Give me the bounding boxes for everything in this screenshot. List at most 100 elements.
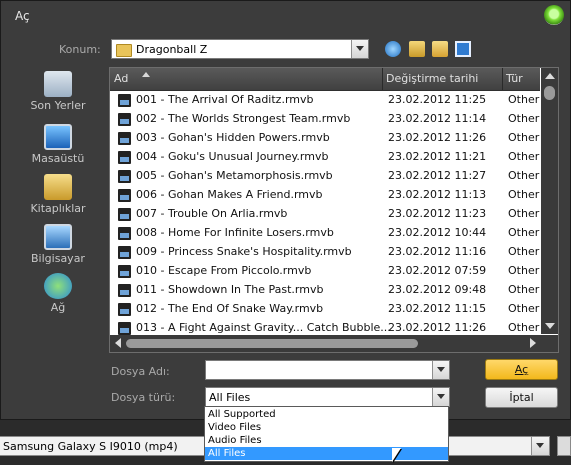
filename-input[interactable] <box>205 360 450 380</box>
filetype-label: Dosya türü: <box>111 391 176 404</box>
file-row[interactable]: 012 - The End Of Snake Way.rmvb 23.02.201… <box>110 300 540 319</box>
file-date: 23.02.2012 11:21 <box>388 150 487 163</box>
file-row[interactable]: 009 - Princess Snake's Hospitality.rmvb 2… <box>110 243 540 262</box>
file-name: 010 - Escape From Piccolo.rmvb <box>136 264 312 277</box>
filetype-dropdown: All Supported Video Files Audio Files Al… <box>204 406 449 462</box>
sort-ascending-icon <box>142 72 150 77</box>
sidebar-item-computer[interactable]: Bilgisayar <box>13 224 103 265</box>
scroll-up-icon[interactable] <box>545 73 555 79</box>
video-file-icon <box>118 208 131 221</box>
filetype-value: All Files <box>209 391 251 404</box>
column-date-header[interactable]: Değiştirme tarihi <box>386 72 478 85</box>
view-menu-icon[interactable] <box>455 41 471 57</box>
file-name: 007 - Trouble On Arlia.rmvb <box>136 207 288 220</box>
file-date: 23.02.2012 10:44 <box>388 226 487 239</box>
file-date: 23.02.2012 07:59 <box>388 264 487 277</box>
open-button-label: Aç <box>514 363 529 376</box>
filetype-option-selected[interactable]: All Files <box>205 447 448 460</box>
location-label: Konum: <box>59 43 101 56</box>
sidebar-item-label: Kitaplıklar <box>30 202 86 215</box>
column-divider[interactable] <box>502 68 503 90</box>
file-date: 23.02.2012 09:48 <box>388 283 487 296</box>
filetype-option[interactable]: Video Files <box>205 421 448 434</box>
chevron-down-icon[interactable] <box>531 437 549 455</box>
file-type: Other <box>508 283 540 296</box>
vertical-scrollbar[interactable] <box>541 68 558 334</box>
sidebar-item-network[interactable]: Ağ <box>13 273 103 314</box>
file-name: 011 - Showdown In The Past.rmvb <box>136 283 324 296</box>
scroll-down-icon[interactable] <box>545 323 555 329</box>
video-file-icon <box>118 303 131 316</box>
video-file-icon <box>118 246 131 259</box>
scroll-thumb[interactable] <box>544 86 555 100</box>
file-row[interactable]: 002 - The Worlds Strongest Team.rmvb 23.0… <box>110 110 540 129</box>
up-folder-icon[interactable] <box>409 41 425 57</box>
sidebar-item-recent[interactable]: Son Yerler <box>13 71 103 112</box>
sidebar-item-desktop[interactable]: Masaüstü <box>13 124 103 165</box>
column-name-header[interactable]: Ad <box>114 72 128 85</box>
open-file-dialog: Aç Konum: Dragonball Z Son Yerler Masaüs… <box>0 0 571 420</box>
filetype-option[interactable]: All Supported <box>205 408 448 421</box>
file-row[interactable]: 006 - Gohan Makes A Friend.rmvb 23.02.201… <box>110 186 540 205</box>
file-date: 23.02.2012 11:26 <box>388 321 487 334</box>
file-name: 004 - Goku's Unusual Journey.rmvb <box>136 150 329 163</box>
file-type: Other <box>508 93 540 106</box>
close-icon[interactable] <box>544 5 564 25</box>
chevron-down-icon[interactable] <box>432 388 449 406</box>
scroll-right-icon[interactable] <box>530 338 536 348</box>
window-title: Aç <box>15 9 30 23</box>
file-type: Other <box>508 169 540 182</box>
desktop-icon <box>44 124 72 150</box>
video-file-icon <box>118 170 131 183</box>
filetype-option[interactable]: Audio Files <box>205 434 448 447</box>
file-name: 009 - Princess Snake's Hospitality.rmvb <box>136 245 352 258</box>
video-file-icon <box>118 94 131 107</box>
folder-icon <box>116 44 132 57</box>
sidebar-item-libraries[interactable]: Kitaplıklar <box>13 174 103 215</box>
file-row[interactable]: 003 - Gohan's Hidden Powers.rmvb 23.02.20… <box>110 129 540 148</box>
file-date: 23.02.2012 11:26 <box>388 131 487 144</box>
file-name: 013 - A Fight Against Gravity... Catch B… <box>136 321 391 334</box>
file-type: Other <box>508 302 540 315</box>
device-profile-value: Samsung Galaxy S I9010 (mp4) <box>3 440 178 453</box>
chevron-down-icon[interactable] <box>351 40 368 58</box>
device-settings-button[interactable] <box>557 436 571 456</box>
recent-places-icon <box>44 71 72 97</box>
file-date: 23.02.2012 11:27 <box>388 169 487 182</box>
scroll-left-icon[interactable] <box>115 338 121 348</box>
file-row[interactable]: 007 - Trouble On Arlia.rmvb 23.02.2012 11… <box>110 205 540 224</box>
file-row[interactable]: 010 - Escape From Piccolo.rmvb 23.02.2012… <box>110 262 540 281</box>
file-type: Other <box>508 226 540 239</box>
file-row[interactable]: 004 - Goku's Unusual Journey.rmvb 23.02.2… <box>110 148 540 167</box>
video-file-icon <box>118 227 131 240</box>
sidebar-item-label: Masaüstü <box>31 152 85 165</box>
cancel-button-label: İptal <box>509 391 534 404</box>
location-combo[interactable]: Dragonball Z <box>111 39 369 59</box>
file-date: 23.02.2012 11:14 <box>388 112 487 125</box>
chevron-down-icon[interactable] <box>432 361 449 379</box>
file-type: Other <box>508 131 540 144</box>
cancel-button[interactable]: İptal <box>485 387 558 408</box>
video-file-icon <box>118 284 131 297</box>
sidebar-item-label: Son Yerler <box>30 99 86 112</box>
file-row[interactable]: 001 - The Arrival Of Raditz.rmvb 23.02.20… <box>110 91 540 110</box>
open-button[interactable]: Aç <box>485 359 558 380</box>
file-type: Other <box>508 207 540 220</box>
scroll-thumb[interactable] <box>126 339 418 348</box>
video-file-icon <box>118 151 131 164</box>
video-file-icon <box>118 132 131 145</box>
column-type-header[interactable]: Tür <box>506 72 523 85</box>
new-folder-icon[interactable] <box>432 41 448 57</box>
back-icon[interactable] <box>385 41 401 57</box>
file-row[interactable]: 005 - Gohan's Metamorphosis.rmvb 23.02.20… <box>110 167 540 186</box>
video-file-icon <box>118 265 131 278</box>
file-type: Other <box>508 245 540 258</box>
file-type: Other <box>508 112 540 125</box>
horizontal-scrollbar[interactable] <box>110 335 558 352</box>
column-divider[interactable] <box>382 68 383 90</box>
filetype-select[interactable]: All Files <box>205 387 450 407</box>
file-name: 006 - Gohan Makes A Friend.rmvb <box>136 188 323 201</box>
file-row[interactable]: 008 - Home For Infinite Losers.rmvb 23.02… <box>110 224 540 243</box>
file-name: 002 - The Worlds Strongest Team.rmvb <box>136 112 351 125</box>
file-row[interactable]: 011 - Showdown In The Past.rmvb 23.02.201… <box>110 281 540 300</box>
